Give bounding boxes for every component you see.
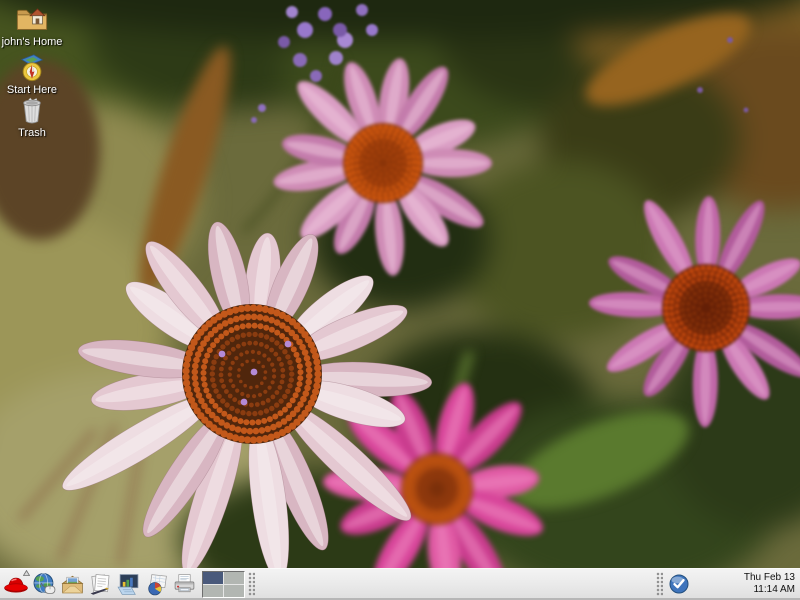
desktop-icon-label: john's Home <box>2 36 63 48</box>
wallpaper-coneflowers-photo <box>0 0 800 568</box>
notification-area-handle[interactable] <box>656 572 663 596</box>
email-envelope-icon <box>60 572 85 596</box>
desktop-icon-trash[interactable]: Trash <box>0 95 64 139</box>
desktop-screen: john's Home Start Here Trash <box>0 0 800 600</box>
workspace-switcher[interactable] <box>202 571 245 598</box>
impress-chart-screen-icon <box>116 572 141 596</box>
clock-time: 11:14 AM <box>753 584 795 597</box>
trash-can-icon <box>18 95 46 125</box>
spreadsheet-launcher[interactable] <box>142 569 170 599</box>
desktop-icon-label: Trash <box>18 127 46 139</box>
web-browser-launcher[interactable] <box>30 569 58 599</box>
writer-documents-pen-icon <box>88 572 113 596</box>
workspace-cell-1[interactable] <box>203 572 223 584</box>
bottom-panel: Thu Feb 13 11:14 AM <box>0 568 800 600</box>
panel-drag-handle[interactable] <box>248 572 255 596</box>
desktop-icon-start-here[interactable]: Start Here <box>0 52 64 96</box>
presentation-launcher[interactable] <box>114 569 142 599</box>
web-browser-globe-icon <box>32 572 57 596</box>
workspace-cell-3[interactable] <box>203 585 223 597</box>
email-launcher[interactable] <box>58 569 86 599</box>
update-notifier-button[interactable] <box>666 570 692 598</box>
main-menu-button[interactable] <box>2 569 30 599</box>
desktop-icon-johns-home[interactable]: john's Home <box>0 3 64 48</box>
word-processor-launcher[interactable] <box>86 569 114 599</box>
menu-arrow-icon <box>23 570 30 576</box>
print-manager-launcher[interactable] <box>170 569 198 599</box>
desktop[interactable]: john's Home Start Here Trash <box>0 0 800 568</box>
clock-date: Thu Feb 13 <box>744 572 795 585</box>
start-here-compass-icon <box>16 52 48 82</box>
home-folder-icon <box>13 3 51 34</box>
calc-pie-chart-icon <box>144 572 169 596</box>
clock-applet[interactable]: Thu Feb 13 11:14 AM <box>744 572 795 597</box>
update-check-icon <box>668 573 690 595</box>
printer-icon <box>172 572 197 596</box>
workspace-cell-2[interactable] <box>224 572 244 584</box>
workspace-cell-4[interactable] <box>224 585 244 597</box>
